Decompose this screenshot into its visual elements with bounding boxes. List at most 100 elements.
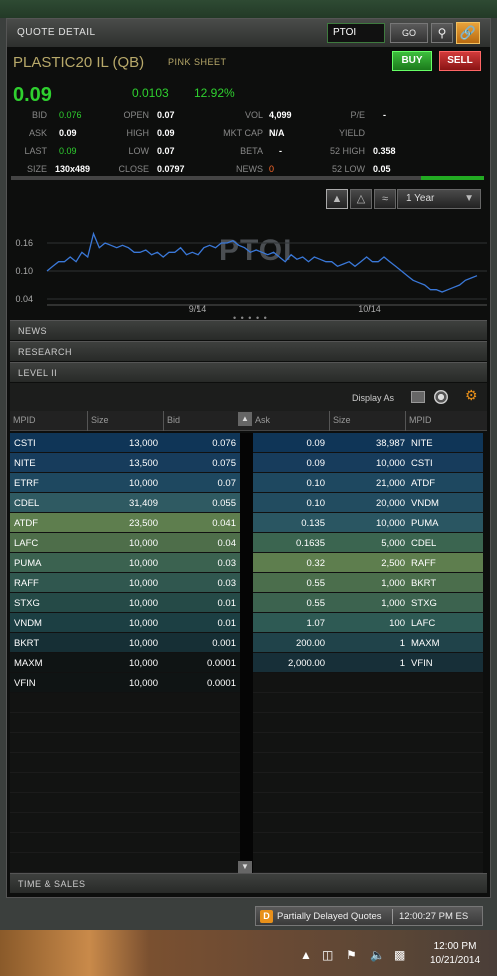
flag-icon[interactable]: ⚑ xyxy=(346,948,357,962)
bid-row[interactable]: NITE 13,500 0.075 xyxy=(10,453,240,473)
bid-row[interactable]: LAFC 10,000 0.04 xyxy=(10,533,240,553)
ask-size: 21,000 xyxy=(375,478,405,489)
ask-size: 38,987 xyxy=(375,438,405,449)
col-bid-size[interactable]: Size xyxy=(87,411,109,431)
taskbar: ▲ ◫ ⚑ 🔈 ▩ 12:00 PM 10/21/2014 xyxy=(0,930,497,976)
link-icon: 🔗 xyxy=(459,25,477,40)
news-section-header[interactable]: NEWS xyxy=(10,320,487,340)
network-icon[interactable]: ◫ xyxy=(322,948,333,962)
ask-row[interactable]: 1.07 100 LAFC xyxy=(253,613,483,633)
taskbar-clock[interactable]: 12:00 PM 10/21/2014 xyxy=(420,940,490,968)
bid-mpid: ETRF xyxy=(14,478,39,489)
chart-period-select[interactable]: 1 Year ▼ xyxy=(397,189,481,209)
ask-empty-row xyxy=(253,713,483,733)
bid-empty-row xyxy=(10,713,240,733)
yield-label: YIELD xyxy=(338,128,365,138)
bid-mpid: MAXM xyxy=(14,658,43,669)
tray-expand-icon[interactable]: ▲ xyxy=(300,948,312,962)
symbol-input[interactable]: PTOI xyxy=(327,23,385,43)
bid-row[interactable]: RAFF 10,000 0.03 xyxy=(10,573,240,593)
bid-empty-row xyxy=(10,853,240,873)
ask-row[interactable]: 0.09 10,000 CSTI xyxy=(253,453,483,473)
link-button[interactable]: 🔗 xyxy=(456,22,480,44)
chart-type-line-button[interactable]: ≈ xyxy=(374,189,396,209)
price-change-pct: 12.92% xyxy=(194,86,235,100)
ask-row[interactable]: 0.1635 5,000 CDEL xyxy=(253,533,483,553)
bid-row[interactable]: CSTI 13,000 0.076 xyxy=(10,433,240,453)
display-grid-icon[interactable] xyxy=(411,391,425,403)
chart-type-area-button[interactable]: △ xyxy=(350,189,372,209)
range-indicator-bar xyxy=(11,176,484,180)
go-button[interactable]: GO xyxy=(390,23,428,43)
chart-x-tick-label: 9/14 xyxy=(189,304,207,314)
ask-row[interactable]: 0.09 38,987 NITE xyxy=(253,433,483,453)
bid-size: 23,500 xyxy=(128,518,158,529)
bid-value: 0.076 xyxy=(59,110,82,120)
bid-price: 0.075 xyxy=(212,458,236,469)
display-as-label: Display As xyxy=(352,393,395,403)
news-value[interactable]: 0 xyxy=(269,164,274,174)
ask-empty-row xyxy=(253,733,483,753)
bid-row[interactable]: STXG 10,000 0.01 xyxy=(10,593,240,613)
ask-row[interactable]: 0.10 20,000 VNDM xyxy=(253,493,483,513)
bid-row[interactable]: BKRT 10,000 0.001 xyxy=(10,633,240,653)
status-separator xyxy=(392,909,393,924)
gear-icon[interactable]: ⚙ xyxy=(465,387,478,404)
display-radio-icon[interactable] xyxy=(434,390,448,404)
ask-row[interactable]: 0.55 1,000 BKRT xyxy=(253,573,483,593)
time-sales-section-header[interactable]: TIME & SALES xyxy=(10,873,487,893)
bid-mpid: VNDM xyxy=(14,618,42,629)
mktcap-label: MKT CAP xyxy=(223,128,263,138)
power-icon[interactable]: ▩ xyxy=(394,948,405,962)
bid-size: 10,000 xyxy=(128,558,158,569)
clock-time: 12:00 PM xyxy=(433,941,477,952)
chart-type-mountain-button[interactable]: ▲ xyxy=(326,189,348,209)
high-value: 0.09 xyxy=(157,128,175,138)
chart-y-tick-label: 0.10 xyxy=(15,266,33,276)
bid-table: CSTI 13,000 0.076 NITE 13,500 0.075 ETRF 10,000… xyxy=(10,433,240,873)
bid-row[interactable]: ATDF 23,500 0.041 xyxy=(10,513,240,533)
beta-label: BETA xyxy=(240,146,263,156)
ask-row[interactable]: 200.00 1 MAXM xyxy=(253,633,483,653)
ask-mpid: VFIN xyxy=(411,658,433,669)
window-titlebar[interactable] xyxy=(0,0,497,18)
bid-row[interactable]: VFIN 10,000 0.0001 xyxy=(10,673,240,693)
col-bid[interactable]: Bid xyxy=(163,411,180,431)
ask-row[interactable]: 2,000.00 1 VFIN xyxy=(253,653,483,673)
search-button[interactable]: ⚲ xyxy=(431,23,453,43)
volume-icon[interactable]: 🔈 xyxy=(370,948,385,962)
bid-row[interactable]: CDEL 31,409 0.055 xyxy=(10,493,240,513)
ask-row[interactable]: 0.55 1,000 STXG xyxy=(253,593,483,613)
ask-empty-row xyxy=(253,813,483,833)
buy-button[interactable]: BUY xyxy=(392,51,432,71)
scroll-down-icon[interactable]: ▼ xyxy=(238,861,252,873)
col-bid-mpid[interactable]: MPID xyxy=(13,411,36,431)
bid-row[interactable]: MAXM 10,000 0.0001 xyxy=(10,653,240,673)
ask-row[interactable]: 0.32 2,500 RAFF xyxy=(253,553,483,573)
ask-mpid: MAXM xyxy=(411,638,440,649)
high-label: HIGH xyxy=(126,128,150,138)
price-change: 0.0103 xyxy=(132,86,169,100)
level2-section-header[interactable]: LEVEL II xyxy=(10,362,487,382)
sort-up-icon[interactable]: ▲ xyxy=(238,412,252,426)
52low-value: 0.05 xyxy=(373,164,391,174)
ask-price: 0.32 xyxy=(306,558,326,569)
bid-row[interactable]: PUMA 10,000 0.03 xyxy=(10,553,240,573)
chart-x-tick-label: 10/14 xyxy=(358,304,381,314)
pe-label: P/E xyxy=(350,110,365,120)
ask-mpid: PUMA xyxy=(411,518,439,529)
bid-row[interactable]: ETRF 10,000 0.07 xyxy=(10,473,240,493)
ask-row[interactable]: 0.135 10,000 PUMA xyxy=(253,513,483,533)
open-value: 0.07 xyxy=(157,110,175,120)
col-ask[interactable]: Ask xyxy=(255,411,270,431)
col-ask-mpid[interactable]: MPID xyxy=(405,411,432,431)
ask-empty-row xyxy=(253,753,483,773)
price-chart[interactable]: 0.16 0.10 0.04 9/14 10/14 xyxy=(7,219,490,314)
sell-button[interactable]: SELL xyxy=(439,51,481,71)
ask-mpid: CSTI xyxy=(411,458,433,469)
research-section-header[interactable]: RESEARCH xyxy=(10,341,487,361)
bid-row[interactable]: VNDM 10,000 0.01 xyxy=(10,613,240,633)
bid-price: 0.07 xyxy=(217,478,237,489)
col-ask-size[interactable]: Size xyxy=(329,411,351,431)
ask-row[interactable]: 0.10 21,000 ATDF xyxy=(253,473,483,493)
